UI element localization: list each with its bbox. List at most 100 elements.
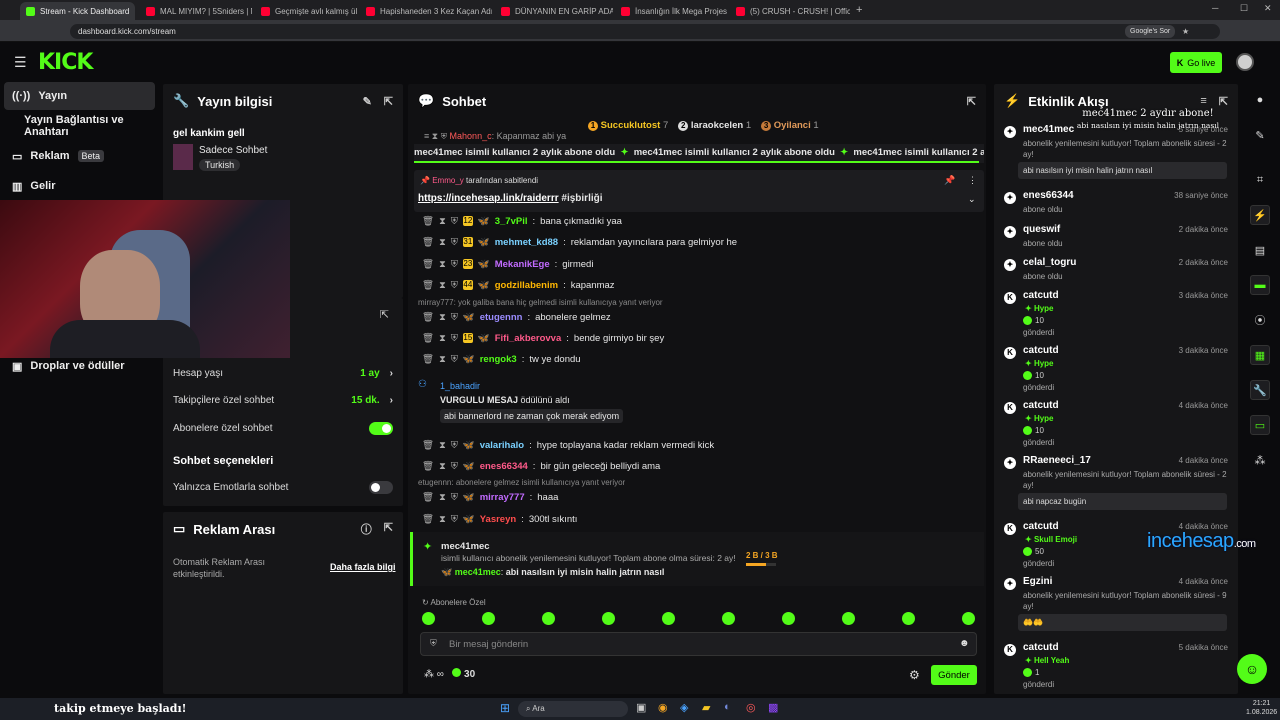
browser-tab[interactable]: Stream - Kick Dashboard ✕ (20, 2, 135, 20)
nodes-icon[interactable]: ⁂ (1250, 450, 1270, 470)
trash-icon[interactable]: 🗑 (422, 259, 434, 270)
sidebar-item-stream[interactable]: ((·)) Yayın (4, 82, 155, 110)
support-chat-button[interactable]: ☺ (1237, 654, 1267, 684)
ban-icon[interactable]: ⛨ (451, 440, 458, 451)
wrench-icon[interactable]: 🔧 (1250, 380, 1270, 400)
folder-icon[interactable]: ▰ (702, 701, 710, 714)
supporter-3[interactable]: 3 Oyilanci 1 (761, 120, 819, 131)
emote-button[interactable] (902, 612, 915, 625)
emote-button[interactable] (842, 612, 855, 625)
chat-username[interactable]: Fifi_akberovva (495, 333, 562, 344)
timeout-icon[interactable]: ⧗ (439, 514, 446, 525)
popout-icon[interactable]: ⇱ (384, 521, 393, 537)
popout-icon[interactable]: ⇱ (1219, 95, 1228, 108)
edit-icon[interactable]: ✎ (363, 95, 372, 108)
emote-button[interactable] (482, 612, 495, 625)
maximize-button[interactable]: ☐ (1240, 3, 1248, 14)
pencil-icon[interactable]: ✎ (1250, 125, 1270, 145)
popout-icon[interactable]: ⇱ (380, 308, 389, 321)
ban-icon[interactable]: ⛨ (451, 461, 458, 472)
trash-icon[interactable]: 🗑 (422, 237, 434, 248)
trash-icon[interactable]: 🗑 (422, 461, 434, 472)
timeout-icon[interactable]: ⧗ (439, 354, 446, 365)
subs-only-toggle[interactable] (369, 422, 393, 435)
emote-button[interactable] (602, 612, 615, 625)
trash-icon[interactable]: 🗑 (422, 354, 434, 365)
ban-icon[interactable]: ⛨ (451, 354, 458, 365)
emote-button[interactable] (722, 612, 735, 625)
app-icon[interactable]: ▩ (768, 701, 778, 714)
steam-icon[interactable]: ◈ (680, 701, 688, 714)
close-tab-icon[interactable]: ✕ (134, 6, 135, 17)
timeout-icon[interactable]: ⧗ (439, 333, 446, 344)
crop-icon[interactable]: ⌗ (1250, 170, 1270, 190)
chat-username[interactable]: valarihalo (480, 440, 524, 451)
resub-user[interactable]: mec41mec (441, 541, 490, 552)
ban-icon[interactable]: ⛨ (451, 333, 458, 344)
infinity-icon[interactable]: ∞ (437, 669, 444, 680)
settings-icon[interactable]: ⚙ (909, 668, 920, 682)
browser-tab[interactable]: MAL MIYIM? | 5Sniders | Motosi...✕ (140, 2, 252, 20)
timeout-icon[interactable]: ⧗ (439, 440, 446, 451)
obs-icon[interactable]: ◎ (746, 701, 756, 714)
chat-username[interactable]: enes66344 (480, 461, 528, 472)
go-live-button[interactable]: K Go live (1170, 52, 1222, 73)
sidebar-item-stream-key[interactable]: Yayın Bağlantısı ve Anahtarı (4, 112, 155, 140)
account-age-row[interactable]: Hesap yaşı 1 ay › (173, 368, 393, 379)
chat-input[interactable]: ⛨ Bir mesaj gönderin ☻ (420, 632, 977, 656)
more-options-icon[interactable]: ⋮ (968, 175, 977, 186)
chrome-icon[interactable]: ◉ (658, 701, 668, 714)
avatar[interactable] (1236, 53, 1254, 71)
info-icon[interactable]: ● (1250, 90, 1270, 110)
ban-icon[interactable]: ⛨ (451, 216, 458, 227)
sidebar-item-ads[interactable]: ▭ Reklam Beta (4, 142, 155, 170)
timeout-icon[interactable]: ⧗ (439, 461, 446, 472)
task-view-icon[interactable]: ▣ (636, 701, 646, 714)
chat-username[interactable]: etugennn (480, 312, 523, 323)
popout-icon[interactable]: ⇱ (967, 95, 976, 108)
trash-icon[interactable]: 🗑 (422, 333, 434, 344)
trash-icon[interactable]: 🗑 (422, 514, 434, 525)
trash-icon[interactable]: 🗑 (422, 312, 434, 323)
minimize-button[interactable]: ─ (1212, 3, 1218, 13)
ban-icon[interactable]: ⛨ (451, 514, 458, 525)
emote-button[interactable] (782, 612, 795, 625)
menu-icon[interactable]: ☰ (14, 54, 27, 71)
timeout-icon[interactable]: ⧗ (439, 237, 446, 248)
chat-username[interactable]: 3_7vPil (495, 216, 528, 227)
chat-username[interactable]: mirray777 (480, 492, 525, 503)
url-field[interactable]: dashboard.kick.com/stream Google's Sor ★ (70, 24, 1220, 39)
emote-button[interactable] (962, 612, 975, 625)
chevron-down-icon[interactable]: ⌄ (968, 194, 976, 205)
followers-only-row[interactable]: Takipçilere özel sohbet 15 dk. › (173, 395, 393, 406)
ban-icon[interactable]: ⛨ (451, 259, 458, 270)
browser-tab[interactable]: (5) CRUSH - CRUSH! | Official M...✕ (730, 2, 850, 20)
clipboard-icon[interactable]: ▤ (1250, 240, 1270, 260)
browser-tab[interactable]: Hapishaneden 3 Kez Kaçan Adı...✕ (360, 2, 492, 20)
trash-icon[interactable]: 🗑 (422, 216, 434, 227)
google-lens-chip[interactable]: Google's Sor (1125, 25, 1176, 38)
timeout-icon[interactable]: ⧗ (439, 280, 446, 291)
trash-icon[interactable]: 🗑 (422, 440, 434, 451)
trash-icon[interactable]: 🗑 (422, 492, 434, 503)
chat-username[interactable]: MekanikEge (495, 259, 550, 270)
unpin-icon[interactable]: 📌 (944, 175, 955, 186)
chat-icon[interactable]: ▬ (1250, 275, 1270, 295)
chat-username[interactable]: rengok3 (480, 354, 517, 365)
emote-button[interactable] (662, 612, 675, 625)
new-tab-button[interactable]: + (856, 4, 862, 16)
ban-icon[interactable]: ⛨ (451, 312, 458, 323)
browser-tab[interactable]: İnsanlığın İlk Mega Projesi Göb...✕ (615, 2, 727, 20)
chat-username[interactable]: Yasreyn (480, 514, 516, 525)
rain-icon[interactable]: ⁂ (424, 669, 434, 680)
supporter-1[interactable]: 1 Succuklutost 7 (588, 120, 668, 131)
timeout-icon[interactable]: ⧗ (439, 259, 446, 270)
close-window-button[interactable]: ✕ (1264, 3, 1272, 14)
browser-tab[interactable]: Geçmişte avlı kalmış ülke: Kübi...✕ (255, 2, 357, 20)
pinned-link[interactable]: https://incehesap.link/raiderrr (418, 193, 559, 204)
trash-icon[interactable]: 🗑 (422, 280, 434, 291)
browser-tab[interactable]: DÜNYANIN EN GARİP ADASIN...✕ (495, 2, 613, 20)
timeout-icon[interactable]: ⧗ (439, 216, 446, 227)
bolt-icon[interactable]: ⚡ (1250, 205, 1270, 225)
emote-only-toggle[interactable] (369, 481, 393, 494)
